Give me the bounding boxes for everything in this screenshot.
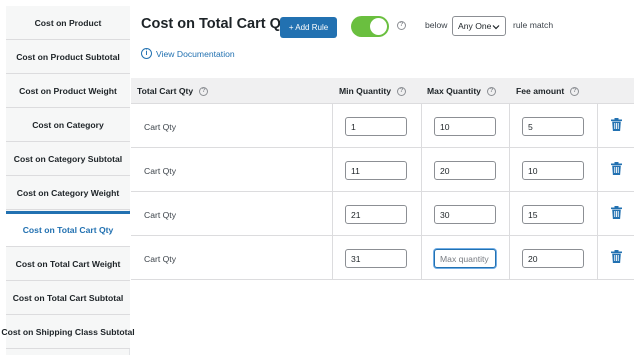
question-circle-icon[interactable]: ? <box>397 21 406 30</box>
sidebar-item-cost-on-category-subtotal[interactable]: Cost on Category Subtotal <box>6 142 130 176</box>
trash-icon[interactable] <box>611 162 622 175</box>
fee-amount-input[interactable] <box>522 249 584 268</box>
column-label: Total Cart Qty <box>137 86 194 96</box>
below-label: below <box>425 20 448 30</box>
sidebar-item-cost-on-total-cart-subtotal[interactable]: Cost on Total Cart Subtotal <box>6 281 130 315</box>
row-label: Cart Qty <box>144 166 176 176</box>
sidebar: Cost on Product Cost on Product Subtotal… <box>1 6 135 355</box>
row-label: Cart Qty <box>144 122 176 132</box>
min-quantity-input[interactable] <box>345 117 407 136</box>
row-label: Cart Qty <box>144 210 176 220</box>
sidebar-item-cost-on-category-weight[interactable]: Cost on Category Weight <box>6 176 130 210</box>
max-quantity-input[interactable] <box>434 161 496 180</box>
min-quantity-input[interactable] <box>345 161 407 180</box>
table-row: Cart Qty <box>131 104 634 148</box>
column-total-cart-qty: Total Cart Qty ? <box>137 78 209 104</box>
view-documentation-label: View Documentation <box>156 48 235 59</box>
table-header: Total Cart Qty ? Min Quantity ? Max Quan… <box>131 78 634 104</box>
max-quantity-input[interactable] <box>434 117 496 136</box>
max-quantity-input[interactable] <box>434 205 496 224</box>
sidebar-item-cost-on-category[interactable]: Cost on Category <box>6 108 130 142</box>
question-circle-icon[interactable]: ? <box>397 86 407 96</box>
add-rule-button[interactable]: + Add Rule <box>280 17 337 38</box>
question-circle-icon[interactable]: ? <box>570 86 580 96</box>
sidebar-item-cost-on-product[interactable]: Cost on Product <box>6 6 130 40</box>
min-quantity-input[interactable] <box>345 249 407 268</box>
table-row: Cart Qty <box>131 192 634 236</box>
column-max-quantity: Max Quantity ? <box>427 78 496 104</box>
enable-toggle[interactable] <box>351 16 389 37</box>
info-circle-icon: i <box>141 48 152 59</box>
min-quantity-input[interactable] <box>345 205 407 224</box>
table-row: Cart Qty <box>131 148 634 192</box>
column-label: Min Quantity <box>339 86 392 96</box>
fee-amount-input[interactable] <box>522 117 584 136</box>
trash-icon[interactable] <box>611 118 622 131</box>
rule-match-select[interactable]: Any One <box>452 16 506 36</box>
question-circle-icon[interactable]: ? <box>486 86 496 96</box>
column-label: Max Quantity <box>427 86 481 96</box>
table-row: Cart Qty <box>131 236 634 280</box>
fee-amount-input[interactable] <box>522 205 584 224</box>
chevron-down-icon <box>492 25 500 30</box>
column-label: Fee amount <box>516 86 565 96</box>
trash-icon[interactable] <box>611 206 622 219</box>
sidebar-item-cost-on-product-weight[interactable]: Cost on Product Weight <box>6 74 130 108</box>
rule-match-label: rule match <box>513 20 554 30</box>
sidebar-item-cost-on-shipping-class-subtotal[interactable]: Cost on Shipping Class Subtotal <box>1 315 135 349</box>
rule-match-select-value: Any One <box>458 21 492 31</box>
column-fee-amount: Fee amount ? <box>516 78 580 104</box>
trash-icon[interactable] <box>611 250 622 263</box>
column-min-quantity: Min Quantity ? <box>339 78 407 104</box>
sidebar-item-cost-on-product-subtotal[interactable]: Cost on Product Subtotal <box>6 40 130 74</box>
page-title: Cost on Total Cart Qty <box>141 16 294 32</box>
max-quantity-input[interactable] <box>434 249 496 268</box>
row-label: Cart Qty <box>144 254 176 264</box>
question-circle-icon[interactable]: ? <box>199 86 209 96</box>
view-documentation-link[interactable]: i View Documentation <box>141 48 235 59</box>
fee-amount-input[interactable] <box>522 161 584 180</box>
toggle-knob <box>370 18 387 35</box>
sidebar-item-cost-on-total-cart-weight[interactable]: Cost on Total Cart Weight <box>6 247 130 281</box>
sidebar-item-cost-on-total-cart-qty[interactable]: Cost on Total Cart Qty <box>6 211 130 247</box>
